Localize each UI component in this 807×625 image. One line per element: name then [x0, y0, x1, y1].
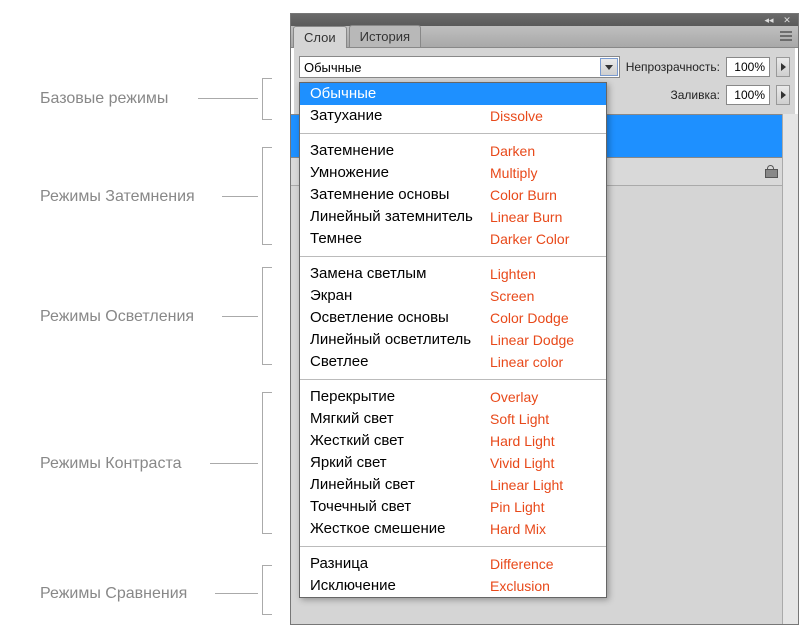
- opacity-field[interactable]: 100%: [726, 57, 770, 77]
- option-label-ru: Точечный свет: [310, 497, 490, 517]
- option-label-ru: Яркий свет: [310, 453, 490, 473]
- label-darken: Режимы Затемнения: [40, 188, 195, 206]
- option-label-ru: Затемнение основы: [310, 185, 490, 205]
- fill-arrow-icon[interactable]: [776, 85, 790, 105]
- blend-mode-option[interactable]: Жесткое смешениеHard Mix: [300, 518, 606, 540]
- tab-layers[interactable]: Слои: [293, 26, 347, 48]
- option-label-en: Soft Light: [490, 409, 549, 429]
- option-label-ru: Линейный затемнитель: [310, 207, 490, 227]
- blend-mode-option[interactable]: Линейный светLinear Light: [300, 474, 606, 496]
- option-label-ru: Жесткое смешение: [310, 519, 490, 539]
- option-label-en: Difference: [490, 554, 554, 574]
- option-label-ru: Светлее: [310, 352, 490, 372]
- option-label-en: Vivid Light: [490, 453, 554, 473]
- option-label-en: Multiply: [490, 163, 537, 183]
- blend-mode-option[interactable]: ЗатемнениеDarken: [300, 140, 606, 162]
- label-basic: Базовые режимы: [40, 90, 168, 108]
- option-label-en: Color Dodge: [490, 308, 569, 328]
- fill-label: Заливка:: [670, 88, 720, 102]
- blend-mode-option[interactable]: Обычные: [300, 83, 606, 105]
- blend-mode-option[interactable]: Яркий светVivid Light: [300, 452, 606, 474]
- label-contrast: Режимы Контраста: [40, 455, 182, 473]
- vertical-scrollbar[interactable]: [782, 114, 798, 624]
- option-label-ru: Экран: [310, 286, 490, 306]
- opacity-arrow-icon[interactable]: [776, 57, 790, 77]
- blend-mode-combo[interactable]: Обычные: [299, 56, 620, 78]
- option-label-ru: Осветление основы: [310, 308, 490, 328]
- option-label-en: Dissolve: [490, 106, 543, 126]
- option-label-en: Linear Light: [490, 475, 563, 495]
- blend-mode-option[interactable]: ИсключениеExclusion: [300, 575, 606, 597]
- blend-mode-option[interactable]: Затемнение основыColor Burn: [300, 184, 606, 206]
- layers-panel: ◂◂ ✕ Слои История Обычные Непрозрачность…: [290, 13, 799, 625]
- option-label-en: Darken: [490, 141, 535, 161]
- option-label-ru: Затемнение: [310, 141, 490, 161]
- option-label-ru: Линейный свет: [310, 475, 490, 495]
- blend-mode-option[interactable]: Замена светлымLighten: [300, 263, 606, 285]
- option-label-en: Hard Light: [490, 431, 555, 451]
- blend-mode-option[interactable]: ТемнееDarker Color: [300, 228, 606, 250]
- option-label-ru: Жесткий свет: [310, 431, 490, 451]
- tab-history[interactable]: История: [349, 25, 421, 47]
- blend-mode-option[interactable]: Осветление основыColor Dodge: [300, 307, 606, 329]
- fill-field[interactable]: 100%: [726, 85, 770, 105]
- collapse-icon[interactable]: ◂◂: [762, 15, 776, 25]
- dropdown-separator: [300, 133, 606, 134]
- blend-mode-option[interactable]: Линейный осветлительLinear Dodge: [300, 329, 606, 351]
- lock-icon: [765, 165, 776, 178]
- blend-mode-option[interactable]: ЭкранScreen: [300, 285, 606, 307]
- label-lighten: Режимы Осветления: [40, 308, 194, 326]
- option-label-en: Darker Color: [490, 229, 569, 249]
- blend-mode-option[interactable]: Мягкий светSoft Light: [300, 408, 606, 430]
- dropdown-separator: [300, 256, 606, 257]
- dropdown-separator: [300, 379, 606, 380]
- panel-tabs: Слои История: [291, 26, 798, 48]
- option-label-en: Linear Burn: [490, 207, 562, 227]
- option-label-ru: Перекрытие: [310, 387, 490, 407]
- dropdown-separator: [300, 546, 606, 547]
- blend-mode-option[interactable]: ПерекрытиеOverlay: [300, 386, 606, 408]
- opacity-label: Непрозрачность:: [626, 60, 720, 74]
- option-label-en: Linear Dodge: [490, 330, 574, 350]
- blend-mode-dropdown[interactable]: ОбычныеЗатуханиеDissolveЗатемнениеDarken…: [299, 82, 607, 598]
- label-compare: Режимы Сравнения: [40, 585, 187, 603]
- option-label-ru: Обычные: [310, 84, 490, 104]
- blend-mode-option[interactable]: УмножениеMultiply: [300, 162, 606, 184]
- panel-menu-icon[interactable]: [778, 29, 794, 43]
- option-label-ru: Разница: [310, 554, 490, 574]
- option-label-en: Pin Light: [490, 497, 544, 517]
- option-label-ru: Мягкий свет: [310, 409, 490, 429]
- option-label-en: Lighten: [490, 264, 536, 284]
- option-label-ru: Темнее: [310, 229, 490, 249]
- blend-mode-option[interactable]: ЗатуханиеDissolve: [300, 105, 606, 127]
- blend-mode-option[interactable]: Точечный светPin Light: [300, 496, 606, 518]
- option-label-en: Color Burn: [490, 185, 557, 205]
- option-label-ru: Замена светлым: [310, 264, 490, 284]
- option-label-ru: Затухание: [310, 106, 490, 126]
- blend-mode-value: Обычные: [304, 60, 361, 75]
- blend-mode-option[interactable]: Линейный затемнительLinear Burn: [300, 206, 606, 228]
- option-label-en: Hard Mix: [490, 519, 546, 539]
- blend-mode-option[interactable]: РазницаDifference: [300, 553, 606, 575]
- option-label-ru: Линейный осветлитель: [310, 330, 490, 350]
- chevron-down-icon[interactable]: [600, 58, 618, 76]
- close-icon[interactable]: ✕: [780, 15, 794, 25]
- option-label-en: Screen: [490, 286, 534, 306]
- option-label-en: Linear color: [490, 352, 563, 372]
- option-label-en: Overlay: [490, 387, 538, 407]
- option-label-ru: Исключение: [310, 576, 490, 596]
- blend-mode-option[interactable]: СветлееLinear color: [300, 351, 606, 373]
- option-label-en: Exclusion: [490, 576, 550, 596]
- blend-mode-option[interactable]: Жесткий светHard Light: [300, 430, 606, 452]
- option-label-ru: Умножение: [310, 163, 490, 183]
